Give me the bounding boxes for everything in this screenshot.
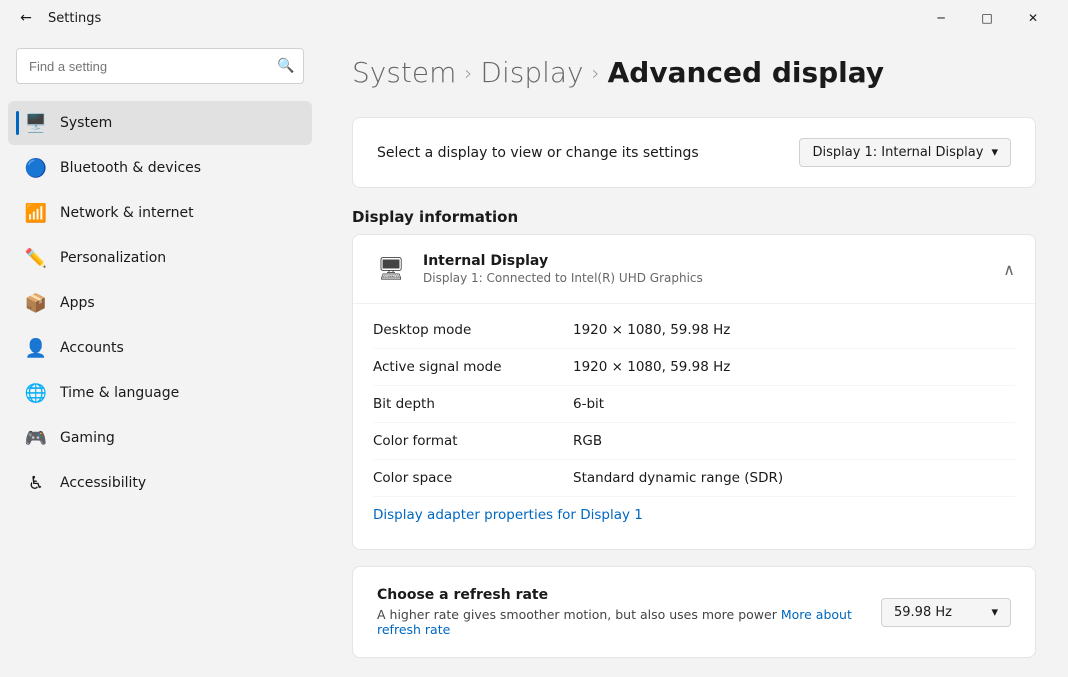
monitor-icon: 🖥 bbox=[373, 251, 409, 287]
info-rows: Desktop mode 1920 × 1080, 59.98 Hz Activ… bbox=[353, 304, 1035, 549]
breadcrumb-system: System bbox=[352, 56, 456, 89]
sidebar-item-bluetooth[interactable]: 🔵 Bluetooth & devices bbox=[8, 146, 312, 190]
app-title: Settings bbox=[48, 11, 101, 26]
window-controls: ─ □ ✕ bbox=[918, 0, 1056, 36]
nav-label-network: Network & internet bbox=[60, 205, 194, 221]
sidebar-item-gaming[interactable]: 🎮 Gaming bbox=[8, 416, 312, 460]
sidebar-item-network[interactable]: 📶 Network & internet bbox=[8, 191, 312, 235]
display-header-text: Internal Display Display 1: Connected to… bbox=[423, 253, 703, 285]
info-row: Desktop mode 1920 × 1080, 59.98 Hz bbox=[373, 312, 1015, 349]
refresh-rate-card: Choose a refresh rate A higher rate give… bbox=[352, 566, 1036, 658]
content-area: System › Display › Advanced display Sele… bbox=[320, 36, 1068, 677]
display-subtitle: Display 1: Connected to Intel(R) UHD Gra… bbox=[423, 271, 703, 285]
breadcrumb-display: Display bbox=[480, 56, 583, 89]
display-dropdown-value: Display 1: Internal Display bbox=[812, 145, 983, 160]
info-row-value: 1920 × 1080, 59.98 Hz bbox=[573, 322, 730, 338]
nav-label-gaming: Gaming bbox=[60, 430, 115, 446]
info-row: Color space Standard dynamic range (SDR) bbox=[373, 460, 1015, 497]
minimize-button[interactable]: ─ bbox=[918, 0, 964, 36]
sidebar-item-accounts[interactable]: 👤 Accounts bbox=[8, 326, 312, 370]
info-row: Color format RGB bbox=[373, 423, 1015, 460]
display-collapse-icon[interactable]: ∧ bbox=[1003, 260, 1015, 279]
nav-icon-apps: 📦 bbox=[24, 291, 48, 315]
close-button[interactable]: ✕ bbox=[1010, 0, 1056, 36]
display-selector-label: Select a display to view or change its s… bbox=[377, 145, 699, 161]
adapter-link[interactable]: Display adapter properties for Display 1 bbox=[373, 497, 1015, 533]
sidebar-item-personalization[interactable]: ✏️ Personalization bbox=[8, 236, 312, 280]
nav-icon-system: 🖥️ bbox=[24, 111, 48, 135]
search-box: 🔍 bbox=[16, 48, 304, 84]
sidebar-item-time[interactable]: 🌐 Time & language bbox=[8, 371, 312, 415]
refresh-rate-dropdown[interactable]: 59.98 Hz ▾ bbox=[881, 598, 1011, 627]
display-selector-card: Select a display to view or change its s… bbox=[352, 117, 1036, 188]
refresh-dropdown-chevron: ▾ bbox=[991, 605, 998, 620]
nav-list: 🖥️ System 🔵 Bluetooth & devices 📶 Networ… bbox=[0, 100, 320, 506]
refresh-desc: A higher rate gives smoother motion, but… bbox=[377, 607, 881, 637]
info-row-label: Color space bbox=[373, 470, 573, 486]
nav-label-accessibility: Accessibility bbox=[60, 475, 146, 491]
display-dropdown[interactable]: Display 1: Internal Display ▾ bbox=[799, 138, 1011, 167]
sidebar-item-apps[interactable]: 📦 Apps bbox=[8, 281, 312, 325]
nav-label-time: Time & language bbox=[60, 385, 179, 401]
display-dropdown-chevron: ▾ bbox=[991, 145, 998, 160]
info-row-label: Bit depth bbox=[373, 396, 573, 412]
info-row-label: Active signal mode bbox=[373, 359, 573, 375]
titlebar: ← Settings ─ □ ✕ bbox=[0, 0, 1068, 36]
display-header: 🖥 Internal Display Display 1: Connected … bbox=[353, 235, 1035, 304]
nav-icon-personalization: ✏️ bbox=[24, 246, 48, 270]
nav-icon-accessibility: ♿ bbox=[24, 471, 48, 495]
info-row-value: Standard dynamic range (SDR) bbox=[573, 470, 783, 486]
sidebar-item-accessibility[interactable]: ♿ Accessibility bbox=[8, 461, 312, 505]
display-info-card: 🖥 Internal Display Display 1: Connected … bbox=[352, 234, 1036, 550]
nav-label-system: System bbox=[60, 115, 112, 131]
breadcrumb-current: Advanced display bbox=[608, 56, 884, 89]
nav-label-bluetooth: Bluetooth & devices bbox=[60, 160, 201, 176]
info-row-label: Color format bbox=[373, 433, 573, 449]
breadcrumb: System › Display › Advanced display bbox=[352, 56, 1036, 89]
nav-icon-gaming: 🎮 bbox=[24, 426, 48, 450]
info-row-label: Desktop mode bbox=[373, 322, 573, 338]
display-name: Internal Display bbox=[423, 253, 703, 269]
info-row: Active signal mode 1920 × 1080, 59.98 Hz bbox=[373, 349, 1015, 386]
app-body: 🔍 🖥️ System 🔵 Bluetooth & devices 📶 Netw… bbox=[0, 36, 1068, 677]
nav-label-apps: Apps bbox=[60, 295, 95, 311]
info-row-value: 6-bit bbox=[573, 396, 604, 412]
back-button[interactable]: ← bbox=[12, 4, 40, 32]
nav-label-accounts: Accounts bbox=[60, 340, 124, 356]
info-row-value: 1920 × 1080, 59.98 Hz bbox=[573, 359, 730, 375]
nav-icon-network: 📶 bbox=[24, 201, 48, 225]
nav-icon-time: 🌐 bbox=[24, 381, 48, 405]
nav-icon-bluetooth: 🔵 bbox=[24, 156, 48, 180]
search-input[interactable] bbox=[16, 48, 304, 84]
sidebar: 🔍 🖥️ System 🔵 Bluetooth & devices 📶 Netw… bbox=[0, 36, 320, 677]
sidebar-item-system[interactable]: 🖥️ System bbox=[8, 101, 312, 145]
breadcrumb-sep2: › bbox=[592, 61, 600, 85]
search-icon[interactable]: 🔍 bbox=[276, 56, 296, 76]
info-row-value: RGB bbox=[573, 433, 602, 449]
nav-icon-accounts: 👤 bbox=[24, 336, 48, 360]
maximize-button[interactable]: □ bbox=[964, 0, 1010, 36]
refresh-card-left: Choose a refresh rate A higher rate give… bbox=[377, 587, 881, 637]
display-info-section-title: Display information bbox=[352, 208, 1036, 226]
nav-label-personalization: Personalization bbox=[60, 250, 166, 266]
refresh-rate-value: 59.98 Hz bbox=[894, 605, 952, 620]
info-row: Bit depth 6-bit bbox=[373, 386, 1015, 423]
refresh-title: Choose a refresh rate bbox=[377, 587, 881, 603]
breadcrumb-sep1: › bbox=[464, 61, 472, 85]
